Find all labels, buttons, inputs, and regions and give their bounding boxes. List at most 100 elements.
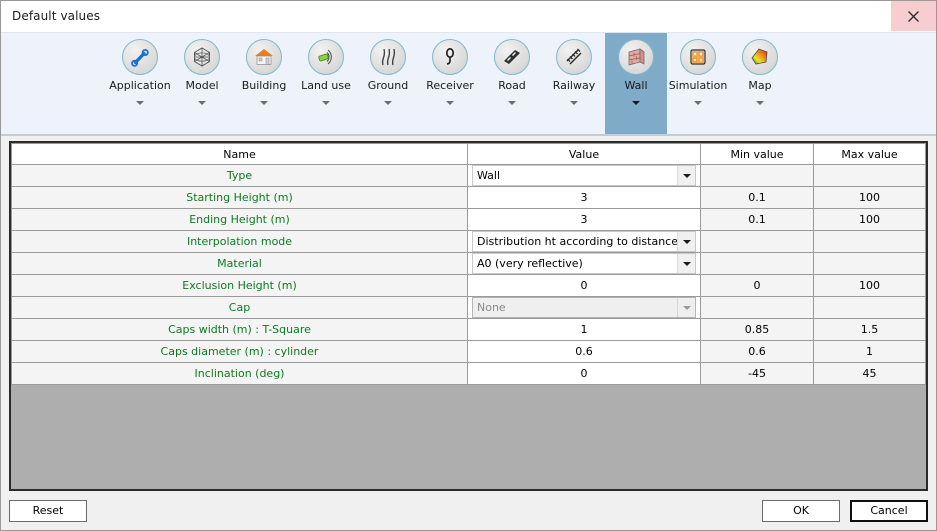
row-value-cell[interactable]: Distribution ht according to distances [467,230,701,253]
chevron-down-icon[interactable] [384,101,392,105]
table-row: Starting Height (m) 3 0.1 100 [11,186,926,209]
row-max-value-cell: 100 [813,274,926,297]
color-map-icon [742,39,778,75]
value-number: 1 [580,323,588,336]
table-row: Caps diameter (m) : cylinder 0.6 0.6 1 [11,340,926,363]
tab-railway[interactable]: Railway [543,33,605,134]
chevron-down-icon[interactable] [260,101,268,105]
dropdown-selected-value: Wall [477,169,501,182]
row-min-value-cell: 0.6 [700,340,814,363]
properties-grid: Name Value Min value Max value Type Wall S… [9,141,928,491]
row-min-value-cell [700,230,814,253]
chevron-down-icon[interactable] [198,101,206,105]
chevron-down-icon[interactable] [136,101,144,105]
tab-receiver[interactable]: Receiver [419,33,481,134]
row-value-cell[interactable]: 3 [467,186,701,209]
row-name-cell: Ending Height (m) [11,208,468,231]
table-body: Type Wall Starting Height (m) 3 0.1 100 Ending… [11,164,926,385]
value-number: 0.6 [575,345,593,358]
table-row: Interpolation mode Distribution ht accord… [11,230,926,253]
row-value-cell[interactable]: 1 [467,318,701,341]
row-value-cell[interactable]: 0.6 [467,340,701,363]
value-text: 0 [472,276,696,296]
tab-road[interactable]: Road [481,33,543,134]
value-number: 3 [580,213,588,226]
chevron-down-icon[interactable] [322,101,330,105]
dropdown-selected-value: A0 (very reflective) [477,257,583,270]
value-dropdown[interactable]: A0 (very reflective) [472,253,696,274]
mesh-sphere-icon [184,39,220,75]
tab-label: Land use [301,79,351,92]
row-value-cell[interactable]: Wall [467,164,701,187]
value-number: 0 [580,367,588,380]
value-dropdown[interactable]: Wall [472,165,696,186]
tab-wall[interactable]: Wall [605,33,667,134]
chevron-down-icon [682,261,691,266]
value-text: 1 [472,320,696,340]
chevron-down-icon[interactable] [570,101,578,105]
row-value-cell[interactable]: 0 [467,362,701,385]
close-icon [908,10,919,22]
row-value-cell[interactable]: None [467,296,701,319]
value-text: 3 [472,188,696,208]
row-name-cell: Starting Height (m) [11,186,468,209]
column-header-max-value: Max value [813,143,926,165]
table-row: Cap None [11,296,926,319]
chevron-down-icon[interactable] [508,101,516,105]
chevron-down-icon[interactable] [632,101,640,105]
row-value-cell[interactable]: 0 [467,274,701,297]
chevron-down-icon[interactable] [694,101,702,105]
chevron-down-icon[interactable] [756,101,764,105]
row-max-value-cell: 1 [813,340,926,363]
brick-wall-icon [618,39,654,75]
ribbon-toolbar: Application Model Building Land use Grou… [1,32,936,136]
tab-map[interactable]: Map [729,33,791,134]
tab-simulation[interactable]: Simulation [667,33,729,134]
row-max-value-cell: 1.5 [813,318,926,341]
dropdown-toggle-button[interactable] [677,254,695,273]
value-dropdown[interactable]: Distribution ht according to distances [472,231,696,252]
dropdown-toggle-button[interactable] [677,232,695,251]
tab-ground[interactable]: Ground [357,33,419,134]
table-header-row: Name Value Min value Max value [11,143,926,165]
tab-label: Application [109,79,171,92]
ground-contour-icon [370,39,406,75]
chevron-down-icon [682,239,691,244]
value-number: 3 [580,191,588,204]
microphone-icon [432,39,468,75]
value-text: 0 [472,364,696,384]
calculator-icon [680,39,716,75]
row-name-cell: Exclusion Height (m) [11,274,468,297]
cancel-button[interactable]: Cancel [850,499,928,522]
row-name-cell: Caps diameter (m) : cylinder [11,340,468,363]
tab-label: Model [185,79,219,92]
house-icon [246,39,282,75]
row-max-value-cell [813,164,926,187]
tab-label: Road [498,79,526,92]
tab-application[interactable]: Application [109,33,171,134]
tab-model[interactable]: Model [171,33,233,134]
row-name-cell: Caps width (m) : T-Square [11,318,468,341]
table-row: Exclusion Height (m) 0 0 100 [11,274,926,297]
row-max-value-cell [813,252,926,275]
dropdown-selected-value: Distribution ht according to distances [477,235,677,248]
tab-label: Wall [624,79,648,92]
dropdown-selected-value: None [477,301,506,314]
table-row: Material A0 (very reflective) [11,252,926,275]
row-value-cell[interactable]: 3 [467,208,701,231]
dropdown-toggle-button[interactable] [677,166,695,185]
row-name-cell: Inclination (deg) [11,362,468,385]
row-min-value-cell: -45 [700,362,814,385]
chevron-down-icon [682,305,691,310]
row-max-value-cell [813,296,926,319]
tab-land-use[interactable]: Land use [295,33,357,134]
road-icon [494,39,530,75]
chevron-down-icon[interactable] [446,101,454,105]
reset-button[interactable]: Reset [9,499,87,522]
tab-building[interactable]: Building [233,33,295,134]
ok-button[interactable]: OK [762,499,840,522]
tab-label: Ground [367,79,409,92]
row-value-cell[interactable]: A0 (very reflective) [467,252,701,275]
close-button[interactable] [891,1,936,31]
row-min-value-cell [700,296,814,319]
